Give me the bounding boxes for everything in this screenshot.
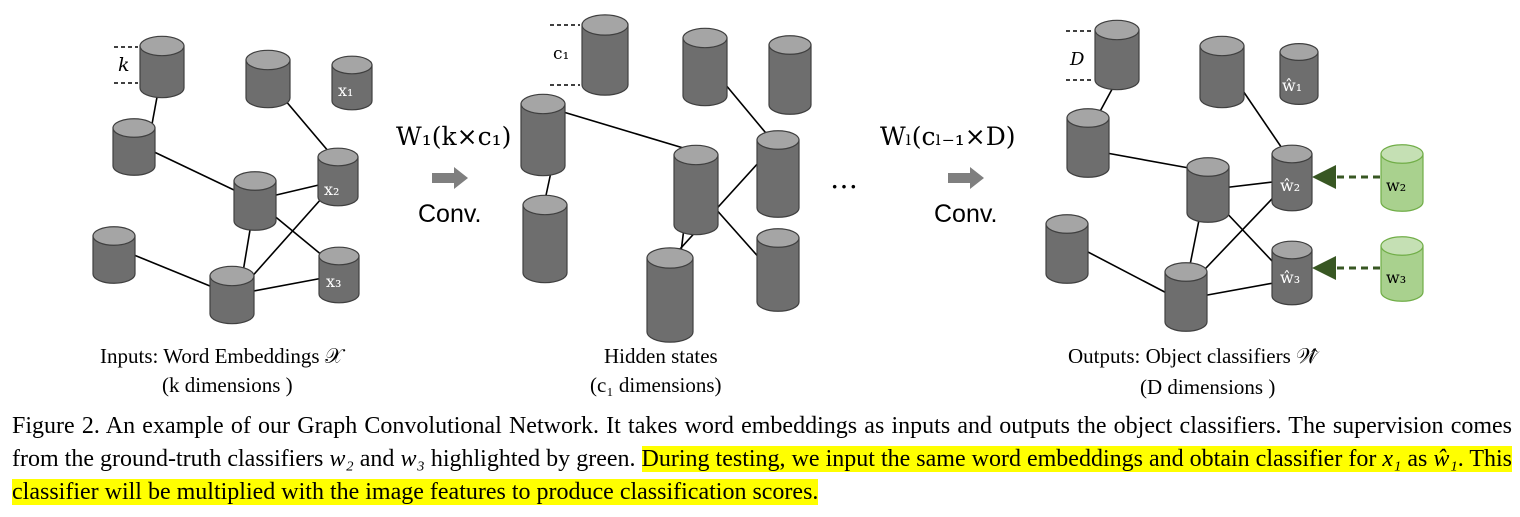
node-cylinder [1066, 108, 1110, 178]
figure-caption: Figure 2. An example of our Graph Convol… [12, 410, 1513, 509]
caption-w3: w₃ [400, 446, 425, 472]
figure-page: k c₁ D x₁ x₂ x₃ ŵ₁ ŵ₂ ŵ₃ w₂ w₃ W₁(k×c₁) … [0, 0, 1520, 517]
node-cylinder [92, 226, 136, 284]
node-label-w3: w₃ [1386, 268, 1407, 287]
node-cylinder [768, 35, 812, 115]
op2-weight: Wₗ(cₗ₋₁×D) [880, 122, 1016, 151]
node-cylinder [245, 49, 291, 109]
node-cylinder [673, 144, 719, 236]
node-cylinder [756, 228, 800, 312]
node-cylinder [646, 247, 694, 343]
node-cylinder [1199, 35, 1245, 109]
node-cylinder [1094, 19, 1140, 91]
output-panel-sub: (D dimensions ) [1140, 375, 1276, 399]
node-cylinder [209, 265, 255, 325]
node-label-w2hat: ŵ₂ [1280, 176, 1301, 195]
hidden-panel-label: Hidden states [604, 344, 718, 368]
node-cylinder [139, 35, 185, 99]
node-cylinder [520, 93, 566, 177]
node-label-w1hat: ŵ₁ [1282, 76, 1303, 95]
output-panel-label: Outputs: Object classifiers 𝒲̂ [1068, 344, 1319, 368]
op2-label: Conv. [934, 200, 998, 228]
node-label-w2: w₂ [1386, 176, 1407, 195]
dim-mark-k: k [118, 54, 130, 76]
node-cylinder [581, 14, 629, 96]
node-cylinder [1164, 262, 1208, 332]
input-panel-sub: (k dimensions ) [162, 373, 293, 397]
input-panel-label: Inputs: Word Embeddings 𝒳 [100, 344, 343, 368]
node-cylinder [756, 130, 800, 218]
op1-weight: W₁(k×c₁) [396, 122, 512, 151]
node-cylinder [522, 194, 568, 284]
node-cylinder [1279, 43, 1319, 105]
node-cylinder [233, 171, 277, 231]
graph-nodes [92, 14, 1424, 343]
op1-label: Conv. [418, 200, 482, 228]
caption-as: as [1401, 446, 1434, 472]
op2-arrow [948, 167, 984, 189]
graph-edge [549, 107, 691, 151]
node-label-x2: x₂ [324, 180, 340, 199]
op1-arrow [432, 167, 468, 189]
node-label-w3hat: ŵ₃ [1280, 268, 1301, 287]
dim-mark-d: D [1070, 49, 1085, 70]
caption-highlight-1: During testing, we input the same word e… [641, 446, 1383, 472]
caption-w2: w₂ [329, 446, 354, 472]
op-arrows [432, 165, 1380, 280]
dim-mark-c1: c₁ [553, 44, 570, 64]
node-label-x3: x₃ [326, 272, 342, 291]
caption-w1hat: ŵ₁ [1433, 446, 1458, 472]
node-cylinder [112, 118, 156, 176]
node-cylinder [682, 27, 728, 107]
hidden-panel-sub: (c₁ dimensions) [590, 373, 722, 397]
caption-mid: highlighted by green. [424, 446, 642, 472]
node-label-x1: x₁ [338, 81, 354, 100]
caption-x1: x₁ [1382, 446, 1402, 472]
node-cylinder [1186, 157, 1230, 223]
ellipsis: … [830, 162, 858, 195]
caption-and: and [353, 446, 401, 472]
node-cylinder [1045, 214, 1089, 284]
